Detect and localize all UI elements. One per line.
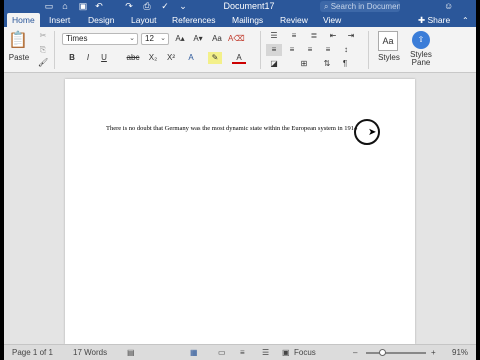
styles-pane-icon[interactable]: ⇧ — [412, 31, 430, 49]
divider — [368, 31, 369, 69]
save-icon[interactable]: ▣ — [78, 1, 88, 11]
line-spacing-icon[interactable]: ↕ — [338, 44, 354, 56]
tab-review[interactable]: Review — [280, 13, 308, 27]
undo-icon[interactable]: ↶ — [94, 1, 104, 11]
multilevel-list-icon[interactable]: ≣ — [306, 30, 322, 42]
styles-pane-label[interactable]: Styles Pane — [406, 51, 436, 67]
zoom-in-button[interactable]: + — [431, 345, 436, 360]
grow-font-button[interactable]: A▴ — [172, 33, 188, 45]
word-count[interactable]: 17 Words — [73, 345, 107, 360]
zoom-slider-handle[interactable] — [379, 349, 386, 356]
align-left-icon[interactable]: ≡ — [266, 44, 282, 56]
document-canvas: There is no doubt that Germany was the m… — [4, 73, 476, 344]
word-window: ▭ ⌂ ▣ ↶ ↷ ⎙ ✓ ⌄ Document17 ⌕ Search in D… — [4, 0, 476, 360]
page-count[interactable]: Page 1 of 1 — [12, 345, 53, 360]
home-icon[interactable]: ⌂ — [60, 1, 70, 11]
decrease-indent-icon[interactable]: ⇤ — [326, 30, 340, 42]
paragraph-mark-icon[interactable]: ¶ — [338, 58, 352, 70]
styles-label[interactable]: Styles — [376, 53, 402, 63]
chevron-down-icon: ⌄ — [129, 35, 135, 42]
underline-button[interactable]: U — [98, 52, 110, 64]
tab-layout[interactable]: Layout — [131, 13, 157, 27]
document-page[interactable]: There is no doubt that Germany was the m… — [65, 79, 415, 344]
tab-references[interactable]: References — [172, 13, 215, 27]
share-button[interactable]: ✚ Share — [418, 13, 450, 28]
increase-indent-icon[interactable]: ⇥ — [344, 30, 358, 42]
status-bar: Page 1 of 1 17 Words ▤ ▦ ▭ ≡ ☰ ▣ Focus –… — [4, 344, 476, 360]
shading-icon[interactable]: ◪ — [266, 58, 282, 70]
tab-mailings[interactable]: Mailings — [232, 13, 263, 27]
borders-icon[interactable]: ⊞ — [296, 58, 312, 70]
zoom-slider[interactable] — [366, 352, 426, 354]
bullets-icon[interactable]: ☰ — [266, 30, 282, 42]
search-placeholder: Search in Document — [330, 2, 400, 11]
document-title: Document17 — [223, 1, 275, 11]
text-effects-icon[interactable]: A — [184, 52, 198, 64]
change-case-icon[interactable]: Aa — [210, 33, 224, 45]
redo-icon[interactable]: ↷ — [124, 1, 134, 11]
chevron-down-icon: ⌄ — [160, 35, 166, 42]
search-icon: ⌕ — [324, 2, 331, 11]
right-letterbox — [476, 0, 480, 360]
strikethrough-button[interactable]: abc — [124, 52, 142, 64]
more-icon[interactable]: ⌄ — [178, 1, 188, 11]
font-name-select[interactable]: Times ⌄ — [62, 33, 138, 45]
proofing-icon[interactable]: ▤ — [127, 345, 135, 360]
focus-icon[interactable]: ▣ — [282, 345, 290, 360]
sort-icon[interactable]: ⇅ — [320, 58, 334, 70]
collapse-ribbon-icon[interactable]: ⌃ — [462, 13, 469, 28]
title-bar: ▭ ⌂ ▣ ↶ ↷ ⎙ ✓ ⌄ Document17 ⌕ Search in D… — [4, 0, 476, 13]
tab-design[interactable]: Design — [88, 13, 114, 27]
italic-button[interactable]: I — [82, 52, 94, 64]
font-color-button[interactable]: A — [232, 52, 246, 64]
clear-formatting-icon[interactable]: A⌫ — [228, 33, 245, 45]
justify-icon[interactable]: ≡ — [320, 44, 336, 56]
numbering-icon[interactable]: ≡ — [286, 30, 302, 42]
ribbon-tabs: Home Insert Design Layout References Mai… — [4, 13, 476, 27]
superscript-button[interactable]: X² — [164, 52, 178, 64]
shrink-font-button[interactable]: A▾ — [190, 33, 206, 45]
tab-view[interactable]: View — [323, 13, 341, 27]
draft-view-icon[interactable]: ☰ — [262, 345, 269, 360]
font-name-value: Times — [66, 34, 88, 43]
outline-view-icon[interactable]: ≡ — [240, 345, 245, 360]
clipboard-icon[interactable]: 📋 — [8, 31, 28, 51]
account-icon[interactable]: ☺ — [444, 0, 453, 13]
styles-gallery-icon[interactable]: Aa — [378, 31, 398, 51]
share-label: Share — [427, 15, 451, 25]
print-icon[interactable]: ⎙ — [142, 1, 152, 11]
align-right-icon[interactable]: ≡ — [302, 44, 318, 56]
tab-home[interactable]: Home — [7, 13, 40, 27]
font-size-select[interactable]: 12 ⌄ — [141, 33, 169, 45]
mouse-pointer-icon: ➤ — [368, 127, 377, 138]
sidebar-icon[interactable]: ▭ — [44, 1, 54, 11]
highlight-icon[interactable]: ✎ — [208, 52, 222, 64]
document-text[interactable]: There is no doubt that Germany was the m… — [106, 125, 357, 132]
search-input[interactable]: ⌕ Search in Document — [320, 1, 400, 12]
align-center-icon[interactable]: ≡ — [284, 44, 300, 56]
font-size-value: 12 — [145, 34, 154, 43]
tab-insert[interactable]: Insert — [49, 13, 70, 27]
subscript-button[interactable]: X₂ — [146, 52, 160, 64]
format-painter-icon[interactable]: 🖌 — [38, 58, 48, 68]
divider — [260, 31, 261, 69]
zoom-out-button[interactable]: – — [353, 345, 357, 360]
cut-icon[interactable]: ✂ — [38, 31, 48, 41]
bold-button[interactable]: B — [66, 52, 78, 64]
copy-icon[interactable]: ⎘ — [38, 45, 48, 55]
home-ribbon: 📋 Paste ✂ ⎘ 🖌 Times ⌄ 12 ⌄ A▴ A▾ Aa A⌫ B I… — [4, 27, 476, 73]
web-layout-view-icon[interactable]: ▭ — [218, 345, 226, 360]
customize-icon[interactable]: ✓ — [160, 1, 170, 11]
divider — [54, 31, 55, 69]
print-layout-view-icon[interactable]: ▦ — [190, 345, 198, 360]
zoom-level[interactable]: 91% — [452, 345, 468, 360]
paste-label[interactable]: Paste — [6, 53, 32, 63]
focus-button[interactable]: Focus — [294, 345, 316, 360]
